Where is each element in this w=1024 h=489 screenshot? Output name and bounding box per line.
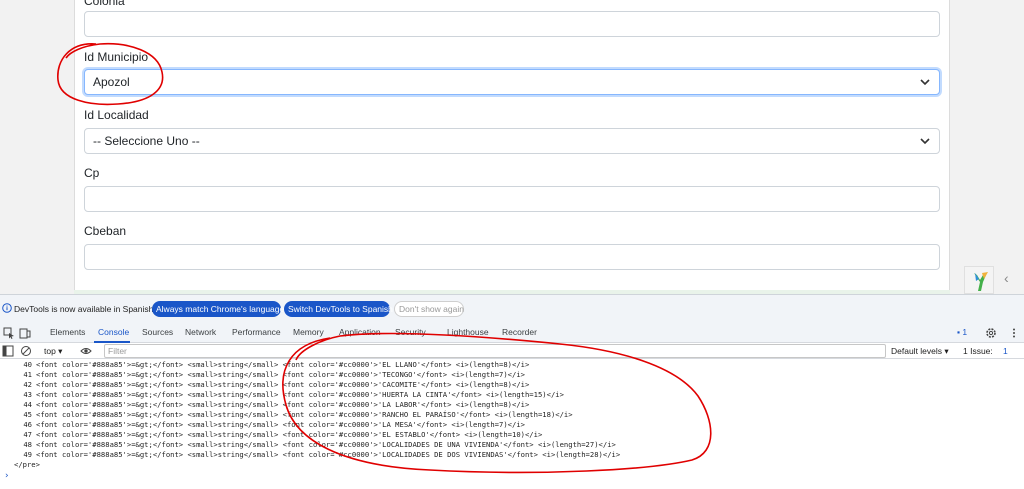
devtools-panel: DevTools is now available in Spanish! Al… [0, 294, 1024, 489]
web-page: Colonia Id Municipio Apozol Id Localidad… [0, 0, 1024, 294]
language-infobar: DevTools is now available in Spanish! Al… [0, 295, 1024, 323]
municipio-label: Id Municipio [84, 50, 149, 64]
yii-debug-button[interactable] [964, 266, 994, 294]
console-output: 40 <font color='#888a85'>=&gt;</font> <sm… [0, 360, 1024, 489]
localidad-value: -- Seleccione Uno -- [93, 134, 200, 148]
device-toolbar-icon[interactable] [19, 327, 31, 339]
console-line: 48 <font color='#888a85'>=&gt;</font> <sm… [23, 440, 616, 449]
infobar-message: DevTools is now available in Spanish! [14, 304, 156, 314]
tab-security[interactable]: Security [395, 327, 426, 337]
inspect-element-icon[interactable] [3, 327, 15, 339]
gear-icon[interactable] [985, 327, 997, 339]
tab-elements[interactable]: Elements [50, 327, 85, 337]
issues-badge[interactable]: ▪ 1 [957, 327, 967, 337]
always-match-button[interactable]: Always match Chrome's language [152, 301, 284, 317]
issue-counter-label[interactable]: 1 Issue: [963, 346, 993, 356]
localidad-label: Id Localidad [84, 108, 149, 122]
tab-performance[interactable]: Performance [232, 327, 281, 337]
localidad-select[interactable]: -- Seleccione Uno -- [84, 128, 940, 154]
console-line: 42 <font color='#888a85'>=&gt;</font> <sm… [23, 380, 530, 389]
municipio-select[interactable]: Apozol [84, 69, 940, 95]
console-line: 44 <font color='#888a85'>=&gt;</font> <sm… [23, 400, 530, 409]
devtools-tabbar: Elements Console Sources Network Perform… [0, 323, 1024, 343]
console-line: 47 <font color='#888a85'>=&gt;</font> <sm… [23, 430, 543, 439]
tab-application[interactable]: Application [339, 327, 381, 337]
console-line: 40 <font color='#888a85'>=&gt;</font> <sm… [23, 360, 530, 369]
sidebar-toggle-icon[interactable] [2, 345, 14, 357]
info-icon [2, 303, 12, 313]
filter-input[interactable]: Filter [104, 344, 886, 358]
default-levels-dropdown[interactable]: Default levels ▾ [891, 346, 949, 357]
yii-logo-icon [974, 272, 988, 291]
cp-input[interactable] [84, 186, 940, 212]
municipio-value: Apozol [93, 75, 130, 89]
clear-console-icon[interactable] [20, 345, 32, 357]
console-toolbar: top ▾ Filter Default levels ▾ 1 Issue: 1 [0, 343, 1024, 359]
chevron-down-icon [920, 79, 930, 86]
switch-spanish-button[interactable]: Switch DevTools to Spanish [284, 301, 393, 317]
console-closing-tag: </pre> [14, 460, 40, 469]
tab-network[interactable]: Network [185, 327, 216, 337]
cp-label: Cp [84, 166, 100, 180]
eye-icon[interactable] [80, 345, 92, 357]
colonia-input[interactable] [84, 11, 940, 37]
console-prompt[interactable]: › [4, 471, 9, 481]
console-line: 45 <font color='#888a85'>=&gt;</font> <sm… [23, 410, 573, 419]
tab-console[interactable]: Console [98, 327, 129, 337]
issue-counter-value[interactable]: 1 [1003, 346, 1008, 356]
colonia-label: Colonia [84, 0, 125, 8]
console-line: 49 <font color='#888a85'>=&gt;</font> <sm… [23, 450, 621, 459]
issues-badge-count: 1 [962, 327, 968, 337]
tab-lighthouse[interactable]: Lighthouse [447, 327, 489, 337]
cbeban-input[interactable] [84, 244, 940, 270]
dont-show-button[interactable]: Don't show again [394, 301, 464, 317]
console-line: 43 <font color='#888a85'>=&gt;</font> <sm… [23, 390, 564, 399]
tab-memory[interactable]: Memory [293, 327, 324, 337]
chevron-down-icon [920, 138, 930, 145]
cbeban-label: Cbeban [84, 224, 127, 238]
chevron-left-icon[interactable]: ‹ [1004, 270, 1009, 286]
more-options-icon[interactable] [1008, 327, 1020, 339]
console-line: 41 <font color='#888a85'>=&gt;</font> <sm… [23, 370, 525, 379]
tab-sources[interactable]: Sources [142, 327, 173, 337]
context-selector[interactable]: top ▾ [44, 346, 62, 357]
tab-recorder[interactable]: Recorder [502, 327, 537, 337]
console-line: 46 <font color='#888a85'>=&gt;</font> <sm… [23, 420, 525, 429]
